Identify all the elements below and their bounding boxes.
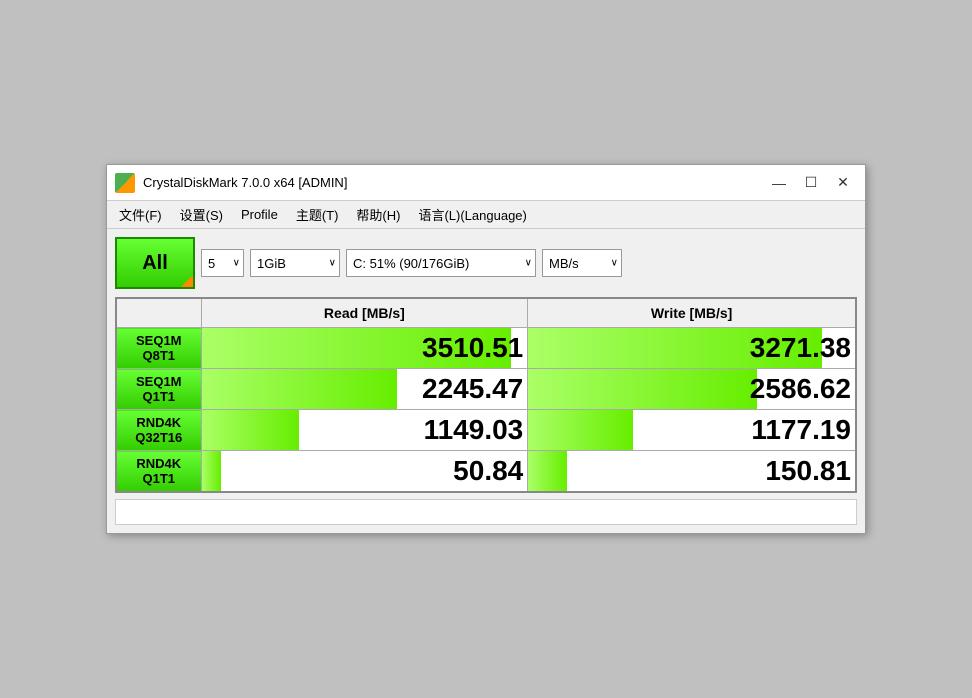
read-text-2: 1149.03 (424, 414, 524, 445)
write-bg-3 (528, 451, 567, 491)
write-bg-2 (528, 410, 633, 450)
unit-select[interactable]: MB/sGB/sIOPSμs (542, 249, 622, 277)
read-value-3: 50.84 (201, 451, 528, 493)
write-bg-1 (528, 369, 757, 409)
results-table: Read [MB/s] Write [MB/s] SEQ1MQ8T13510.5… (115, 297, 857, 493)
row-label-line1: SEQ1M (121, 374, 197, 389)
read-bg-2 (202, 410, 300, 450)
row-label-2: RND4KQ32T16 (116, 410, 201, 451)
main-window: CrystalDiskMark 7.0.0 x64 [ADMIN] — ☐ ✕ … (106, 164, 866, 534)
all-button[interactable]: All (115, 237, 195, 289)
row-label-line2: Q32T16 (121, 430, 197, 445)
drive-select-wrapper: C: 51% (90/176GiB) (346, 249, 536, 277)
menu-item-settings[interactable]: 设置(S) (172, 202, 231, 227)
row-label-0: SEQ1MQ8T1 (116, 328, 201, 369)
write-text-0: 3271.38 (750, 332, 851, 363)
write-value-0: 3271.38 (528, 328, 856, 369)
read-bg-1 (202, 369, 397, 409)
read-bg-3 (202, 451, 222, 491)
empty-header (116, 298, 201, 328)
row-label-line1: RND4K (121, 415, 197, 430)
read-value-2: 1149.03 (201, 410, 528, 451)
window-title: CrystalDiskMark 7.0.0 x64 [ADMIN] (143, 175, 765, 190)
menu-item-language[interactable]: 语言(L)(Language) (410, 202, 534, 227)
row-label-line2: Q8T1 (121, 348, 197, 363)
menu-bar: 文件(F)设置(S)Profile主题(T)帮助(H)语言(L)(Languag… (107, 201, 865, 229)
menu-item-help[interactable]: 帮助(H) (348, 202, 408, 227)
unit-select-wrapper: MB/sGB/sIOPSμs (542, 249, 622, 277)
read-text-0: 3510.51 (422, 332, 523, 363)
row-label-line1: RND4K (121, 456, 197, 471)
read-text-1: 2245.47 (422, 373, 523, 404)
read-value-0: 3510.51 (201, 328, 528, 369)
minimize-button[interactable]: — (765, 171, 793, 195)
row-label-line1: SEQ1M (121, 333, 197, 348)
write-text-3: 150.81 (765, 455, 851, 486)
write-text-2: 1177.19 (751, 414, 851, 445)
count-select[interactable]: 13510 (201, 249, 244, 277)
row-label-1: SEQ1MQ1T1 (116, 369, 201, 410)
table-row: SEQ1MQ8T1 3510.51 3271.38 (116, 328, 856, 369)
table-row: RND4KQ1T1 50.84 150.81 (116, 451, 856, 493)
main-content: All 13510 512MiB1GiB2GiB4GiB8GiB16GiB32G… (107, 229, 865, 533)
maximize-button[interactable]: ☐ (797, 171, 825, 195)
menu-item-profile[interactable]: Profile (233, 204, 286, 225)
write-value-2: 1177.19 (528, 410, 856, 451)
table-row: SEQ1MQ1T1 2245.47 2586.62 (116, 369, 856, 410)
read-text-3: 50.84 (453, 455, 523, 486)
row-label-line2: Q1T1 (121, 389, 197, 404)
toolbar: All 13510 512MiB1GiB2GiB4GiB8GiB16GiB32G… (115, 237, 857, 289)
close-button[interactable]: ✕ (829, 171, 857, 195)
count-select-wrapper: 13510 (201, 249, 244, 277)
drive-select[interactable]: C: 51% (90/176GiB) (346, 249, 536, 277)
row-label-3: RND4KQ1T1 (116, 451, 201, 493)
read-value-1: 2245.47 (201, 369, 528, 410)
menu-item-theme[interactable]: 主题(T) (288, 202, 347, 227)
write-value-3: 150.81 (528, 451, 856, 493)
menu-item-file[interactable]: 文件(F) (111, 202, 170, 227)
table-row: RND4KQ32T16 1149.03 1177.19 (116, 410, 856, 451)
write-value-1: 2586.62 (528, 369, 856, 410)
write-text-1: 2586.62 (750, 373, 851, 404)
size-select[interactable]: 512MiB1GiB2GiB4GiB8GiB16GiB32GiB64GiB (250, 249, 340, 277)
row-label-line2: Q1T1 (121, 471, 197, 486)
window-controls: — ☐ ✕ (765, 171, 857, 195)
read-header: Read [MB/s] (201, 298, 528, 328)
status-bar (115, 499, 857, 525)
write-header: Write [MB/s] (528, 298, 856, 328)
cdm-icon (115, 173, 135, 193)
title-bar: CrystalDiskMark 7.0.0 x64 [ADMIN] — ☐ ✕ (107, 165, 865, 201)
size-select-wrapper: 512MiB1GiB2GiB4GiB8GiB16GiB32GiB64GiB (250, 249, 340, 277)
